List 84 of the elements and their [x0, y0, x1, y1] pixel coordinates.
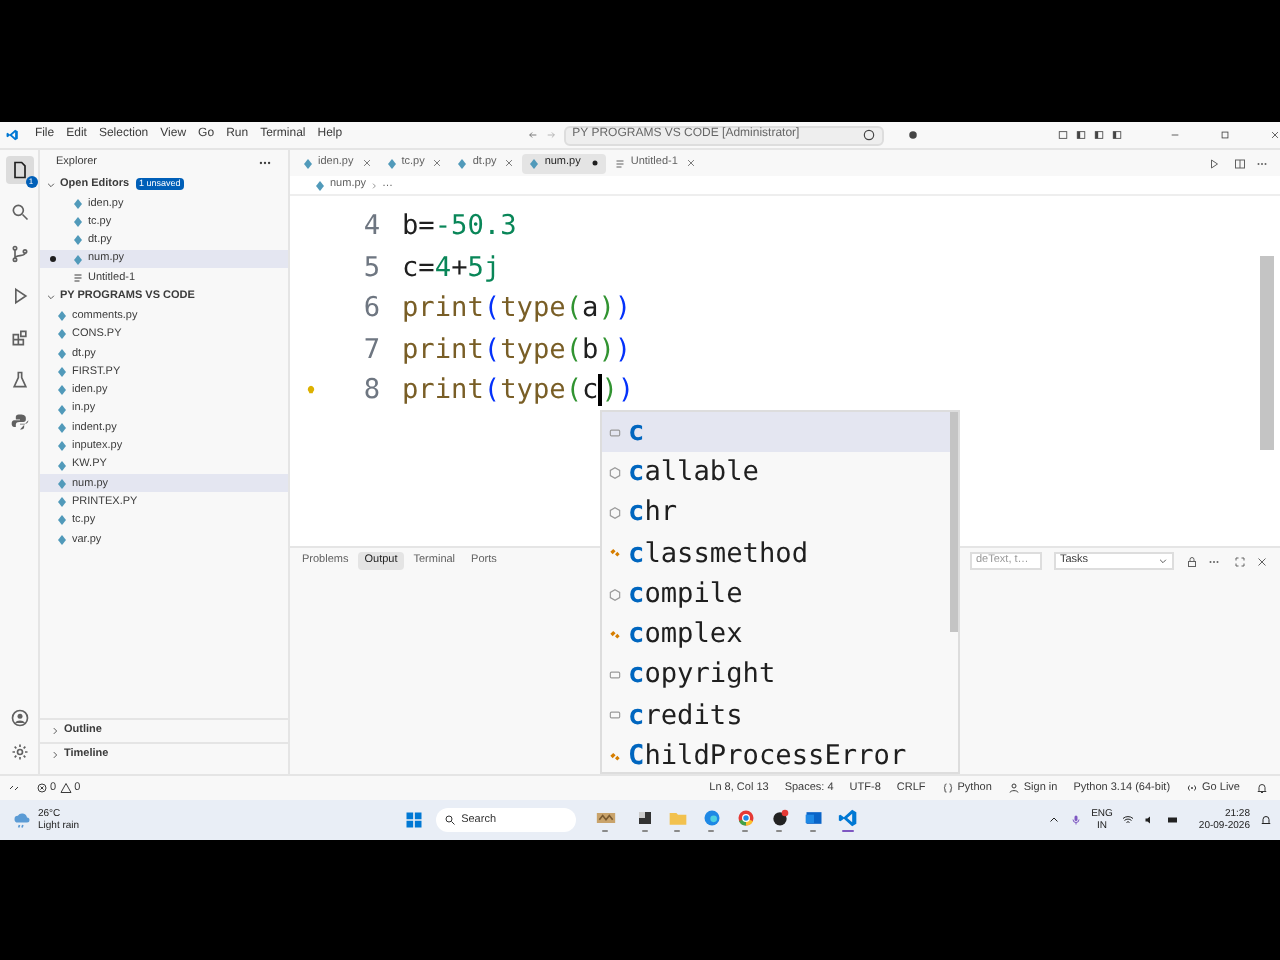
edge-icon[interactable]: [701, 807, 722, 828]
suggestion-item[interactable]: chr: [602, 493, 958, 534]
vscode-icon[interactable]: [837, 807, 858, 828]
chevron-down-icon: [1158, 556, 1168, 566]
settings-icon[interactable]: [9, 742, 29, 762]
code-line: print(type(a)): [402, 290, 632, 329]
person-icon: [1007, 782, 1020, 794]
maximize-icon[interactable]: [1220, 128, 1231, 142]
class-symbol-icon: [608, 749, 622, 764]
close-icon[interactable]: [1270, 128, 1280, 142]
line-number: 4: [363, 208, 380, 247]
close-icon[interactable]: [361, 158, 372, 168]
python-icon[interactable]: [9, 412, 29, 432]
function-symbol-icon: [608, 587, 622, 602]
code-line: b=-50.3: [402, 208, 517, 247]
cloud-rain-icon: [12, 810, 32, 830]
warning-icon[interactable]: [60, 782, 73, 794]
line-number: 8: [363, 372, 380, 411]
chrome-icon[interactable]: [735, 807, 756, 828]
line-number: 7: [363, 331, 380, 370]
close-icon[interactable]: [1256, 555, 1268, 567]
suggestion-item[interactable]: callable: [602, 452, 958, 493]
chat-app-icon[interactable]: [769, 807, 790, 828]
python-file-icon: [456, 157, 469, 169]
toggle-panel-icon[interactable]: [1093, 128, 1104, 142]
layout-icon[interactable]: [1057, 128, 1068, 142]
scrollbar-thumb[interactable]: [1260, 256, 1274, 450]
chevron-right-icon[interactable]: [50, 726, 60, 736]
python-file-icon: [385, 157, 398, 169]
class-symbol-icon: [608, 546, 622, 561]
suggestion-item[interactable]: classmethod: [602, 533, 958, 574]
explorer-icon[interactable]: [9, 160, 29, 180]
close-icon[interactable]: [685, 158, 696, 168]
maximize-panel-icon[interactable]: [1234, 555, 1246, 567]
split-editor-icon[interactable]: [1234, 157, 1246, 169]
variable-symbol-icon: [608, 425, 622, 440]
text-file-icon: [72, 271, 84, 284]
broadcast-icon: [1186, 782, 1199, 794]
code-line: c=4+5j: [402, 249, 501, 288]
search-icon: [443, 814, 456, 826]
unsaved-dot-icon: [590, 158, 601, 168]
python-file-icon: [528, 157, 541, 169]
search-icon[interactable]: [9, 202, 29, 222]
microphone-icon[interactable]: [1069, 814, 1082, 826]
suggestion-item[interactable]: ChildProcessError: [602, 736, 958, 772]
function-symbol-icon: [608, 465, 622, 480]
vscode-logo-icon: [6, 126, 19, 144]
error-icon[interactable]: [36, 782, 48, 794]
line-number: 5: [363, 249, 380, 288]
suggestion-item[interactable]: compile: [602, 574, 958, 615]
close-icon[interactable]: [504, 158, 515, 168]
windows-start-icon[interactable]: [403, 810, 424, 830]
chevron-down-icon[interactable]: [46, 179, 56, 189]
suggestion-item[interactable]: copyright: [602, 655, 958, 696]
close-icon[interactable]: [432, 158, 443, 168]
chevron-down-icon[interactable]: [46, 291, 56, 302]
code-line: print(type(b)): [402, 331, 632, 370]
bell-icon[interactable]: [1256, 782, 1268, 794]
toggle-sidebar-icon[interactable]: [1075, 128, 1086, 142]
variable-symbol-icon: [608, 708, 622, 723]
scrollbar-thumb[interactable]: [950, 412, 958, 632]
battery-icon[interactable]: [1166, 814, 1181, 826]
class-symbol-icon: [608, 627, 622, 642]
function-symbol-icon: [608, 506, 622, 521]
notification-icon[interactable]: [1260, 814, 1272, 826]
account-icon[interactable]: [9, 708, 29, 728]
extensions-icon[interactable]: [9, 328, 29, 348]
line-number: 6: [363, 290, 380, 329]
text-file-icon: [614, 157, 627, 169]
chevron-right-icon[interactable]: [50, 750, 60, 760]
lock-icon[interactable]: [1186, 555, 1198, 567]
run-icon[interactable]: [1208, 157, 1220, 169]
flask-icon[interactable]: [9, 370, 29, 390]
window-icon[interactable]: [635, 807, 654, 828]
braces-icon: [941, 782, 954, 794]
variable-symbol-icon: [608, 668, 622, 683]
chevron-up-icon[interactable]: [1047, 814, 1060, 826]
wifi-icon[interactable]: [1122, 814, 1135, 826]
source-control-icon[interactable]: [9, 244, 29, 264]
toggle-secondary-sidebar-icon[interactable]: [1111, 128, 1122, 142]
mail-icon[interactable]: [803, 807, 824, 828]
run-debug-icon[interactable]: [9, 286, 29, 306]
code-line: print(type(c)): [402, 372, 635, 411]
suggestion-item[interactable]: complex: [602, 614, 958, 655]
